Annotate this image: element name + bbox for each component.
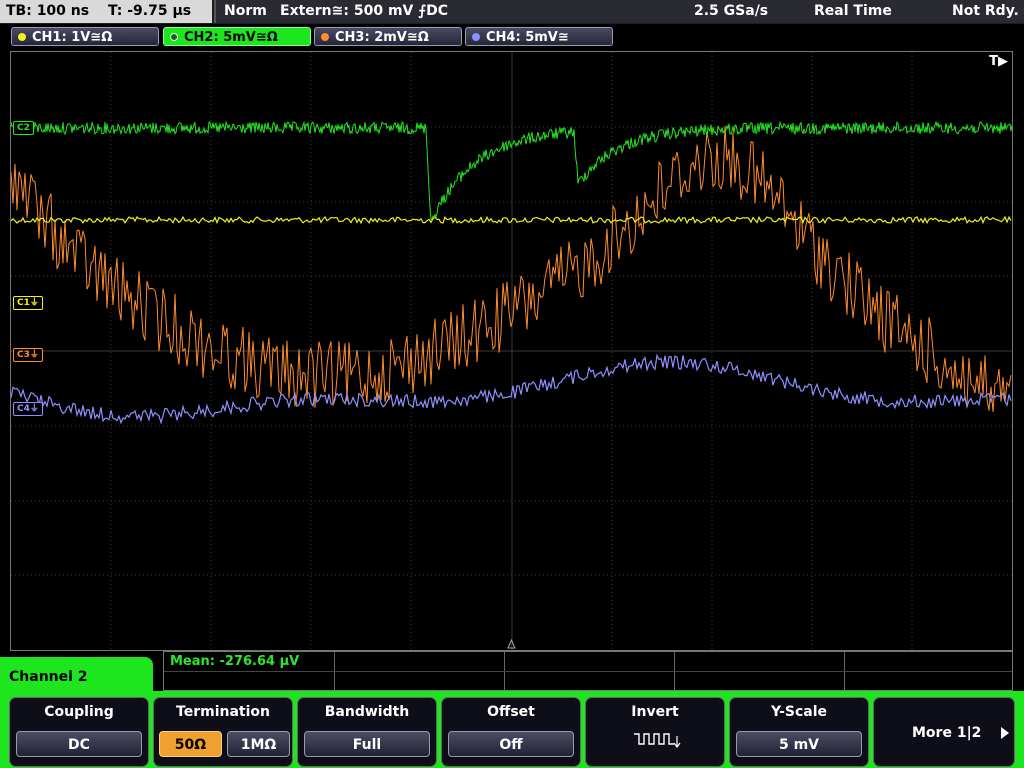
coupling-softkey[interactable]: Coupling DC (9, 697, 149, 767)
ch3-color-dot (321, 33, 329, 41)
waveform-display[interactable]: T▶ C2 C1⏚ C3⏚ C4⏚ (10, 51, 1013, 651)
ch3-trace (11, 125, 1012, 413)
timebase-value: TB: 100 ns (6, 3, 90, 19)
ch2-offset-marker[interactable]: C2 (13, 121, 34, 135)
termination-1mohm-option[interactable]: 1MΩ (227, 731, 290, 757)
bandwidth-softkey[interactable]: Bandwidth Full (297, 697, 437, 767)
meas-row-divider (164, 671, 1012, 672)
ch1-color-dot (18, 33, 26, 41)
ch4-color-dot (472, 33, 480, 41)
tab-ch2[interactable]: CH2: 5mV≅Ω (163, 27, 311, 46)
ch1-offset-marker[interactable]: C1⏚ (13, 296, 43, 310)
measurement-bar: Mean: -276.64 µV (163, 651, 1013, 691)
offset-title: Offset (487, 704, 535, 720)
more-label: More 1|2 (912, 725, 982, 741)
more-softkey[interactable]: More 1|2 (873, 697, 1015, 767)
trigger-mode[interactable]: Norm (224, 0, 267, 23)
tab-ch4[interactable]: CH4: 5mV≅ (465, 27, 613, 46)
tab-ch3-label: CH3: 2mV≅Ω (335, 30, 429, 45)
trigger-marker-icon: T▶ (989, 54, 1008, 69)
trigger-source[interactable]: Extern≅: 500 mV ⨍DC (280, 0, 448, 23)
ch4-trace (11, 353, 1012, 425)
offset-value[interactable]: Off (448, 731, 574, 757)
offset-softkey[interactable]: Offset Off (441, 697, 581, 767)
termination-title: Termination (176, 704, 270, 720)
invert-softkey[interactable]: Invert (585, 697, 725, 767)
yscale-value[interactable]: 5 mV (736, 731, 862, 757)
yscale-softkey[interactable]: Y-Scale 5 mV (729, 697, 869, 767)
acquisition-mode[interactable]: Real Time (814, 0, 892, 23)
ch1-trace (11, 215, 1012, 225)
bandwidth-value[interactable]: Full (304, 731, 430, 757)
tab-ch1-label: CH1: 1V≅Ω (32, 30, 113, 45)
bandwidth-title: Bandwidth (324, 704, 410, 720)
coupling-value[interactable]: DC (16, 731, 142, 757)
invert-title: Invert (631, 704, 679, 720)
sample-rate[interactable]: 2.5 GSa/s (694, 0, 768, 23)
measurement-mean: Mean: -276.64 µV (170, 654, 300, 669)
timebase-box[interactable]: TB: 100 ns T: -9.75 µs (0, 0, 212, 23)
invert-waveform-icon (634, 733, 681, 748)
grid (11, 52, 1012, 650)
termination-softkey[interactable]: Termination 50Ω 1MΩ (153, 697, 293, 767)
ch4-offset-marker[interactable]: C4⏚ (13, 402, 43, 416)
tab-ch2-label: CH2: 5mV≅Ω (184, 30, 278, 45)
termination-50ohm-option[interactable]: 50Ω (159, 731, 222, 757)
trigger-time-value: T: -9.75 µs (107, 3, 192, 19)
ch2-color-dot (170, 33, 178, 41)
ch3-offset-marker[interactable]: C3⏚ (13, 348, 43, 362)
run-status[interactable]: Not Rdy. (952, 0, 1019, 23)
waveform-svg (11, 52, 1012, 650)
tab-ch3[interactable]: CH3: 2mV≅Ω (314, 27, 462, 46)
tab-ch4-label: CH4: 5mV≅ (486, 30, 569, 45)
chevron-right-icon (1001, 727, 1009, 739)
coupling-title: Coupling (44, 704, 114, 720)
tab-ch1[interactable]: CH1: 1V≅Ω (11, 27, 159, 46)
yscale-title: Y-Scale (770, 704, 827, 720)
status-bar: TB: 100 ns T: -9.75 µs Norm Extern≅: 500… (0, 0, 1024, 24)
